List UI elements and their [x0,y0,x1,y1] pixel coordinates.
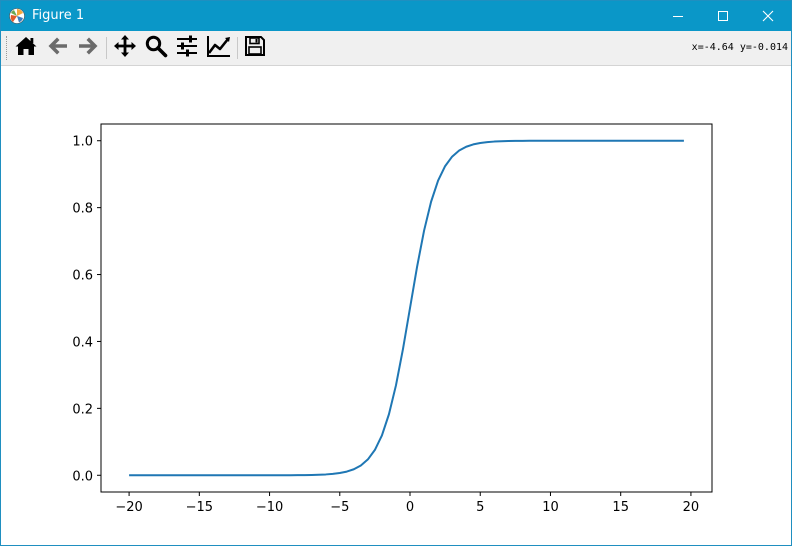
forward-icon [76,34,100,62]
edit-axis-icon [206,34,232,62]
y-tick-label: 0.2 [72,402,93,417]
x-tick-label: −20 [115,500,142,515]
figure-background [1,66,791,545]
figure-canvas[interactable]: −20 −15 −10 −5 0 5 10 15 20 0.0 0.2 0.4 0.6 0.8 1.0 [1,66,791,545]
y-tick-label: 0.8 [72,202,93,217]
window-title: Figure 1 [32,8,85,23]
toolbar-separator [237,37,238,59]
toolbar-separator [106,37,107,59]
save-icon [243,34,267,62]
x-tick-label: 0 [406,500,414,515]
back-button[interactable] [44,34,72,62]
maximize-button[interactable] [700,1,746,31]
minimize-button[interactable] [655,1,701,31]
x-tick-label: 10 [542,500,559,515]
maximize-icon [717,7,729,26]
toolbar-grip[interactable] [6,36,9,60]
y-tick-label: 0.6 [72,269,93,284]
figure-window: Figure 1 x=-4.64 y=-0.014 −20 −15 −10 −5… [0,0,792,546]
forward-button[interactable] [74,34,102,62]
zoom-icon [144,34,168,62]
cursor-coordinates: x=-4.64 y=-0.014 [691,42,788,53]
save-button[interactable] [241,34,269,62]
x-tick-label: 20 [683,500,700,515]
pan-button[interactable] [111,34,139,62]
x-tick-label: −5 [330,500,349,515]
line-chart[interactable]: −20 −15 −10 −5 0 5 10 15 20 0.0 0.2 0.4 0.6 0.8 1.0 [1,66,791,545]
matplotlib-logo-icon [9,8,25,24]
y-tick-label: 0.0 [72,469,93,484]
close-button[interactable] [745,1,791,31]
home-button[interactable] [12,34,40,62]
edit-axis-button[interactable] [205,34,233,62]
home-icon [14,34,38,62]
y-tick-label: 0.4 [72,335,93,350]
x-tick-label: −10 [256,500,283,515]
navigation-toolbar: x=-4.64 y=-0.014 [1,31,791,66]
y-tick-label: 1.0 [72,135,93,150]
pan-icon [113,34,137,62]
x-tick-label: 5 [476,500,484,515]
x-tick-label: 15 [612,500,629,515]
x-tick-label: −15 [186,500,213,515]
title-bar[interactable]: Figure 1 [1,1,791,31]
minimize-icon [672,7,684,26]
configure-subplots-button[interactable] [173,34,201,62]
configure-subplots-icon [175,34,199,62]
back-icon [46,34,70,62]
close-icon [762,7,774,26]
zoom-button[interactable] [142,34,170,62]
